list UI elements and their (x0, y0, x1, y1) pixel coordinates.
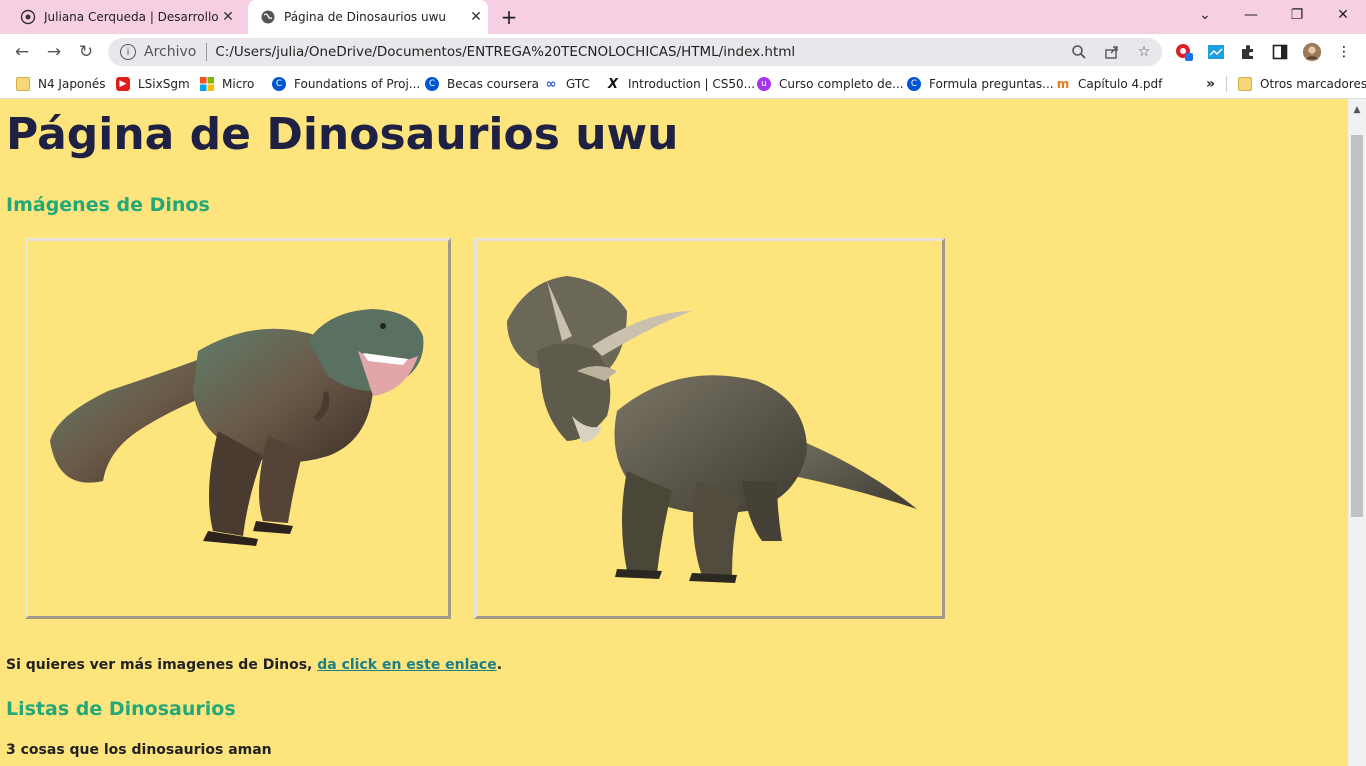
more-images-paragraph: Si quieres ver más imagenes de Dinos, da… (6, 657, 502, 673)
x-icon: X (607, 76, 619, 92)
reload-icon[interactable]: ↻ (74, 40, 98, 64)
bookmark-cs50[interactable]: X Introduction | CS50... (606, 76, 755, 92)
scrollbar[interactable]: ▲ (1348, 99, 1366, 766)
bookmark-foundations[interactable]: C Foundations of Proj... (272, 76, 420, 92)
triceratops-image (474, 238, 945, 619)
list-intro-text: 3 cosas que los dinosaurios (6, 742, 229, 758)
share-icon[interactable] (1103, 43, 1121, 61)
restore-icon[interactable]: ❐ (1274, 0, 1320, 30)
divider (206, 43, 208, 61)
bookmark-label: GTC (566, 77, 590, 91)
bookmark-becas-coursera[interactable]: C Becas coursera (425, 76, 539, 92)
bookmark-label: Introduction | CS50... (628, 77, 756, 91)
page-content: Página de Dinosaurios uwu Imágenes de Di… (0, 99, 1348, 766)
side-panel-icon[interactable] (1270, 42, 1290, 62)
bookmark-label: Becas coursera (447, 77, 540, 91)
folder-icon (1238, 77, 1252, 91)
bookmark-lsixsgm[interactable]: ▶ LSixSgm (116, 76, 190, 92)
images-heading: Imágenes de Dinos (6, 194, 210, 216)
page-title: Página de Dinosaurios uwu (6, 109, 679, 160)
bookmarks-bar: N4 Japonés ▶ LSixSgm Micro C Foundations… (0, 70, 1366, 99)
bookmark-label: LSixSgm (138, 77, 190, 91)
tab-strip: Juliana Cerqueda | Desarrollo We ✕ Págin… (0, 0, 1366, 34)
bookmark-label: Foundations of Proj... (294, 77, 421, 91)
menu-icon[interactable]: ⋮ (1334, 42, 1354, 62)
bookmarks-overflow-icon[interactable]: » (1206, 76, 1215, 92)
bookmark-label: Curso completo de... (779, 77, 904, 91)
coursera-icon: C (272, 77, 286, 91)
tab-juliana[interactable]: Juliana Cerqueda | Desarrollo We ✕ (8, 0, 246, 34)
bookmark-n4-japones[interactable]: N4 Japonés (16, 76, 106, 92)
bookmark-gtc[interactable]: ∞ GTC (544, 76, 590, 92)
bookmark-formula-preguntas[interactable]: C Formula preguntas... (907, 76, 1054, 92)
url-text[interactable]: C:/Users/julia/OneDrive/Documentos/ENTRE… (215, 44, 795, 60)
coursera-icon: C (425, 77, 439, 91)
microsoft-icon (200, 77, 214, 91)
close-icon[interactable]: ✕ (220, 9, 236, 25)
bookmark-label: Micro (222, 77, 255, 91)
avatar[interactable] (1302, 42, 1322, 62)
bookmark-otros-marcadores[interactable]: Otros marcadores (1238, 76, 1366, 92)
bookmark-capitulo-4[interactable]: m Capítulo 4.pdf (1056, 76, 1163, 92)
udemy-icon: u (757, 77, 771, 91)
bookmark-label: Formula preguntas... (929, 77, 1054, 91)
star-icon[interactable]: ☆ (1135, 43, 1153, 61)
scroll-up-icon[interactable]: ▲ (1348, 101, 1366, 119)
divider (1226, 76, 1227, 92)
new-tab-icon[interactable]: + (498, 5, 520, 29)
window-close-icon[interactable]: ✕ (1320, 0, 1366, 30)
info-icon[interactable]: i (120, 44, 136, 60)
lists-heading: Listas de Dinosaurios (6, 698, 236, 720)
more-images-link[interactable]: da click en este enlace (317, 657, 496, 673)
list-intro: 3 cosas que los dinosaurios aman (6, 742, 272, 758)
bookmark-label: Capítulo 4.pdf (1078, 77, 1163, 91)
scheme-label: Archivo (144, 44, 197, 60)
tab-search-icon[interactable]: ⌄ (1182, 0, 1228, 30)
back-arrow-icon[interactable]: ← (10, 40, 34, 64)
bookmark-curso-completo[interactable]: u Curso completo de... (757, 76, 904, 92)
folder-icon (16, 77, 30, 91)
tab-title: Juliana Cerqueda | Desarrollo We (44, 10, 220, 24)
coursera-icon: C (907, 77, 921, 91)
more-images-text: Si quieres ver más imagenes de Dinos, (6, 657, 318, 673)
extension-red-icon[interactable] (1174, 42, 1194, 62)
infinity-icon: ∞ (545, 76, 557, 92)
puzzle-icon[interactable] (1238, 42, 1258, 62)
forward-arrow-icon[interactable]: → (42, 40, 66, 64)
bookmark-label: N4 Japonés (38, 77, 106, 91)
address-bar[interactable]: i Archivo C:/Users/julia/OneDrive/Docume… (108, 38, 1162, 66)
zoom-icon[interactable] (1070, 43, 1088, 61)
t-rex-image (25, 238, 451, 619)
tab-dinosaurios[interactable]: Página de Dinosaurios uwu ✕ (248, 0, 488, 34)
cap-icon: m (1056, 77, 1070, 91)
extension-blue-icon[interactable] (1206, 42, 1226, 62)
site-favicon-icon (20, 9, 36, 25)
bookmark-label: Otros marcadores (1260, 77, 1366, 91)
youtube-icon: ▶ (116, 77, 130, 91)
bookmark-micro[interactable]: Micro (200, 76, 254, 92)
minimize-icon[interactable]: — (1228, 0, 1274, 30)
toolbar: ← → ↻ i Archivo C:/Users/julia/OneDrive/… (0, 34, 1366, 70)
tab-title: Página de Dinosaurios uwu (284, 10, 447, 24)
globe-icon (260, 9, 276, 25)
close-icon[interactable]: ✕ (468, 9, 484, 25)
list-intro-bold: aman (228, 742, 272, 758)
more-images-end: . (496, 657, 503, 673)
scrollbar-thumb[interactable] (1351, 135, 1363, 517)
